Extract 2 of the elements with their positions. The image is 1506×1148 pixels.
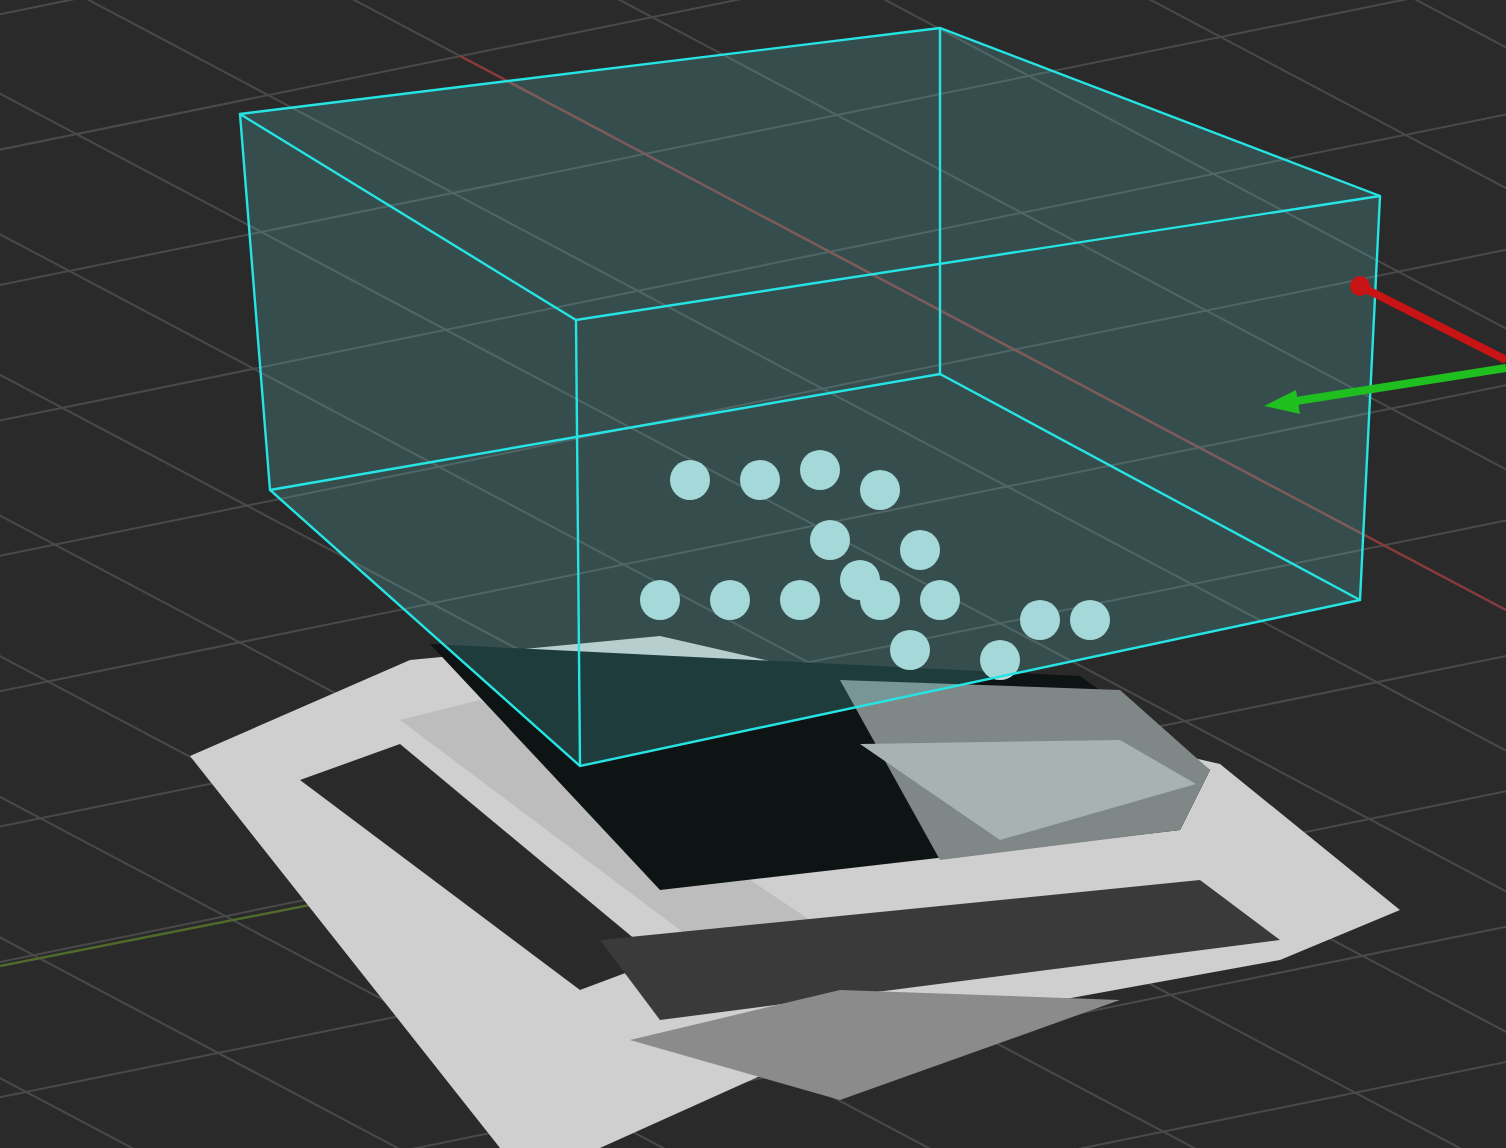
axis-arrow[interactable] — [1264, 364, 1506, 414]
axis-arrow[interactable] — [1350, 276, 1506, 364]
